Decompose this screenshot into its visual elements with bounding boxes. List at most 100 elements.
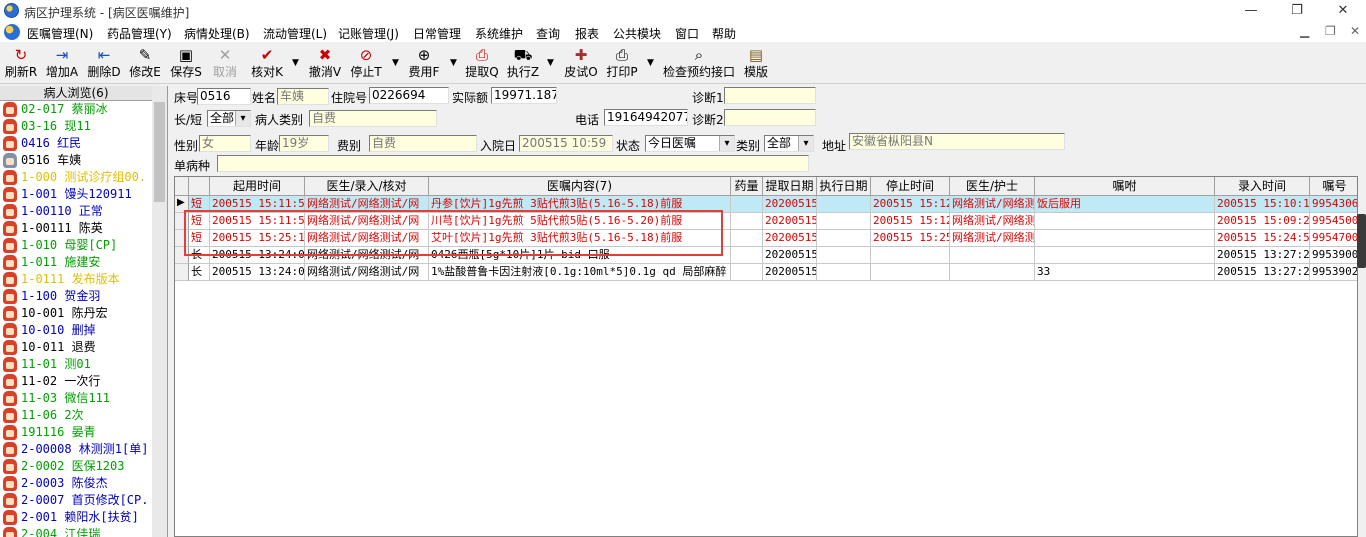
menu-daily[interactable]: 日常管理 — [413, 25, 461, 42]
table-cell[interactable]: 200515 15:25:16 — [210, 230, 305, 247]
single-disease-field[interactable] — [217, 155, 809, 172]
table-row[interactable]: 短 200515 15:25:16 网络测试/网络测试/网 艾叶[饮片]1g先煎 3贴… — [175, 230, 1357, 247]
patient-item[interactable]: 2-001 赖阳水[扶贫] — [0, 509, 152, 526]
patient-item[interactable]: 1-00110 正常 — [0, 203, 152, 220]
patient-item[interactable]: 0516 车姨 — [0, 152, 152, 169]
patient-item[interactable]: 10-001 陈丹宏 — [0, 305, 152, 322]
patient-item[interactable]: 11-03 微信111 — [0, 390, 152, 407]
long-short-select[interactable]: 全部 — [207, 110, 251, 127]
menu-drugs[interactable]: 药品管理(Y) — [107, 25, 172, 42]
table-cell[interactable] — [731, 247, 763, 264]
patient-item[interactable]: 11-06 2次 — [0, 407, 152, 424]
restore-button[interactable]: ❐ — [1274, 0, 1320, 22]
patient-item[interactable]: 1-00111 陈英 — [0, 220, 152, 237]
table-cell[interactable]: 9954306 — [1310, 196, 1357, 213]
table-cell[interactable]: 200515 15:10:17 — [1215, 196, 1310, 213]
table-cell[interactable]: 艾叶[饮片]1g先煎 3贴代煎3贴(5.16-5.18)前服 — [429, 230, 731, 247]
revoke-button[interactable]: ✖ 撤消V — [307, 46, 343, 82]
address-field[interactable]: 安徽省枞阳县N — [849, 133, 1065, 150]
bed-field[interactable]: 0516 — [197, 88, 251, 105]
name-field[interactable]: 车姨 — [277, 88, 329, 105]
menu-billing[interactable]: 记账管理(J) — [338, 25, 399, 42]
patient-item[interactable]: 1-100 贺金羽 — [0, 288, 152, 305]
patient-item[interactable]: 2-004 江佳瑞 — [0, 526, 152, 537]
state-select[interactable]: 今日医嘱 — [645, 135, 735, 152]
execute-dropdown-icon[interactable]: ▼ — [547, 58, 557, 68]
row-indicator[interactable] — [175, 247, 189, 264]
table-row[interactable]: 长 200515 13:24:00 网络测试/网络测试/网 0426西瓶[5g*10片… — [175, 247, 1357, 264]
table-row[interactable]: 短200515 15:11:57网络测试/网络测试/网丹参[饮片]1g先煎 3贴… — [175, 196, 1357, 213]
table-cell[interactable]: 1%盐酸普鲁卡因注射液[0.1g:10ml*5]0.1g qd 局部麻醉 — [429, 264, 731, 281]
table-cell[interactable]: 200515 15:25 — [871, 230, 950, 247]
table-cell[interactable] — [871, 247, 950, 264]
patient-item[interactable]: 1-001 馒头120911 — [0, 186, 152, 203]
table-cell[interactable]: 长 — [189, 264, 210, 281]
grid-column-header[interactable]: 嘱咐 — [1035, 177, 1215, 196]
right-side-tab[interactable] — [1357, 214, 1366, 268]
table-cell[interactable]: 丹参[饮片]1g先煎 3贴代煎3贴(5.16-5.18)前服 — [429, 196, 731, 213]
table-cell[interactable]: 20200515 — [763, 196, 817, 213]
patient-type-field[interactable]: 自费 — [309, 110, 437, 127]
check-button[interactable]: ✔ 核对K — [249, 46, 285, 82]
template-button[interactable]: ▤ 模版 — [741, 46, 771, 82]
close-button[interactable]: ✕ — [1320, 0, 1366, 22]
table-cell[interactable] — [817, 247, 871, 264]
patient-item[interactable]: 0416 红民 — [0, 135, 152, 152]
fee-type-field[interactable]: 自费 — [369, 135, 477, 152]
edit-button[interactable]: ✎ 修改E — [127, 46, 163, 82]
grid-column-header[interactable] — [189, 177, 210, 196]
row-indicator[interactable] — [175, 264, 189, 281]
category-select[interactable]: 全部 — [764, 135, 814, 152]
patient-item[interactable]: 191116 晏青 — [0, 424, 152, 441]
table-cell[interactable]: 长 — [189, 247, 210, 264]
sex-field[interactable]: 女 — [199, 135, 251, 152]
table-cell[interactable] — [817, 264, 871, 281]
print-button[interactable]: ⎙ 打印P — [604, 46, 640, 82]
table-cell[interactable]: 网络测试/网络测 — [950, 230, 1035, 247]
skin-test-button[interactable]: ✚ 皮试O — [563, 46, 599, 82]
patient-item[interactable]: 1-000 测试诊疗组00. — [0, 169, 152, 186]
table-cell[interactable]: 短 — [189, 196, 210, 213]
menu-window[interactable]: 窗口 — [675, 25, 699, 42]
table-cell[interactable]: 9953902 — [1310, 264, 1357, 281]
save-button[interactable]: ▣ 保存S — [169, 46, 203, 82]
menu-system[interactable]: 系统维护 — [475, 25, 523, 42]
menu-flow[interactable]: 流动管理(L) — [263, 25, 327, 42]
table-cell[interactable] — [731, 264, 763, 281]
menu-condition[interactable]: 病情处理(B) — [184, 25, 250, 42]
patient-item[interactable]: 11-01 测01 — [0, 356, 152, 373]
table-cell[interactable]: 网络测试/网络测试/网 — [305, 264, 429, 281]
grid-column-header[interactable]: 医嘱内容(7) — [429, 177, 731, 196]
table-cell[interactable]: 200515 15:11:57 — [210, 213, 305, 230]
menu-orders[interactable]: 医嘱管理(N) — [27, 25, 93, 42]
app-menu-icon[interactable] — [4, 24, 20, 40]
table-cell[interactable]: 0426西瓶[5g*10片]1片 bid 口服 — [429, 247, 731, 264]
grid-column-header[interactable]: 医生/录入/核对 — [305, 177, 429, 196]
table-cell[interactable]: 网络测试/网络测试/网 — [305, 230, 429, 247]
table-cell[interactable]: 网络测试/网络测试/网 — [305, 196, 429, 213]
mdi-minimize-icon[interactable]: ▁ — [1300, 24, 1309, 38]
grid-column-header[interactable]: 起用时间 — [210, 177, 305, 196]
table-cell[interactable]: 饭后服用 — [1035, 196, 1215, 213]
grid-column-header[interactable]: 医生/护士 — [950, 177, 1035, 196]
table-cell[interactable]: 20200515 — [763, 264, 817, 281]
table-cell[interactable]: 200515 13:27:24 — [1215, 247, 1310, 264]
fee-button[interactable]: ⊕ 费用F — [405, 46, 443, 82]
table-cell[interactable]: 33 — [1035, 264, 1215, 281]
menu-help[interactable]: 帮助 — [712, 25, 736, 42]
table-cell[interactable] — [731, 196, 763, 213]
menu-public[interactable]: 公共模块 — [613, 25, 661, 42]
table-cell[interactable] — [950, 247, 1035, 264]
scrollbar-thumb[interactable] — [154, 102, 165, 202]
exam-booking-button[interactable]: ⌕ 检查预约接口 — [662, 46, 736, 82]
patient-item[interactable]: 02-017 蔡丽冰 — [0, 101, 152, 118]
phone-field[interactable]: 19164942077 — [604, 109, 688, 126]
execute-button[interactable]: ⛟ 执行Z — [505, 46, 541, 82]
table-cell[interactable]: 200515 15:09:24 — [1215, 213, 1310, 230]
minimize-button[interactable]: — — [1228, 0, 1274, 22]
table-cell[interactable]: 9954500 — [1310, 213, 1357, 230]
age-field[interactable]: 19岁 — [279, 135, 329, 152]
add-button[interactable]: ⇥ 增加A — [44, 46, 80, 82]
grid-column-header[interactable]: 录入时间 — [1215, 177, 1310, 196]
mdi-close-icon[interactable]: ✕ — [1350, 24, 1360, 38]
